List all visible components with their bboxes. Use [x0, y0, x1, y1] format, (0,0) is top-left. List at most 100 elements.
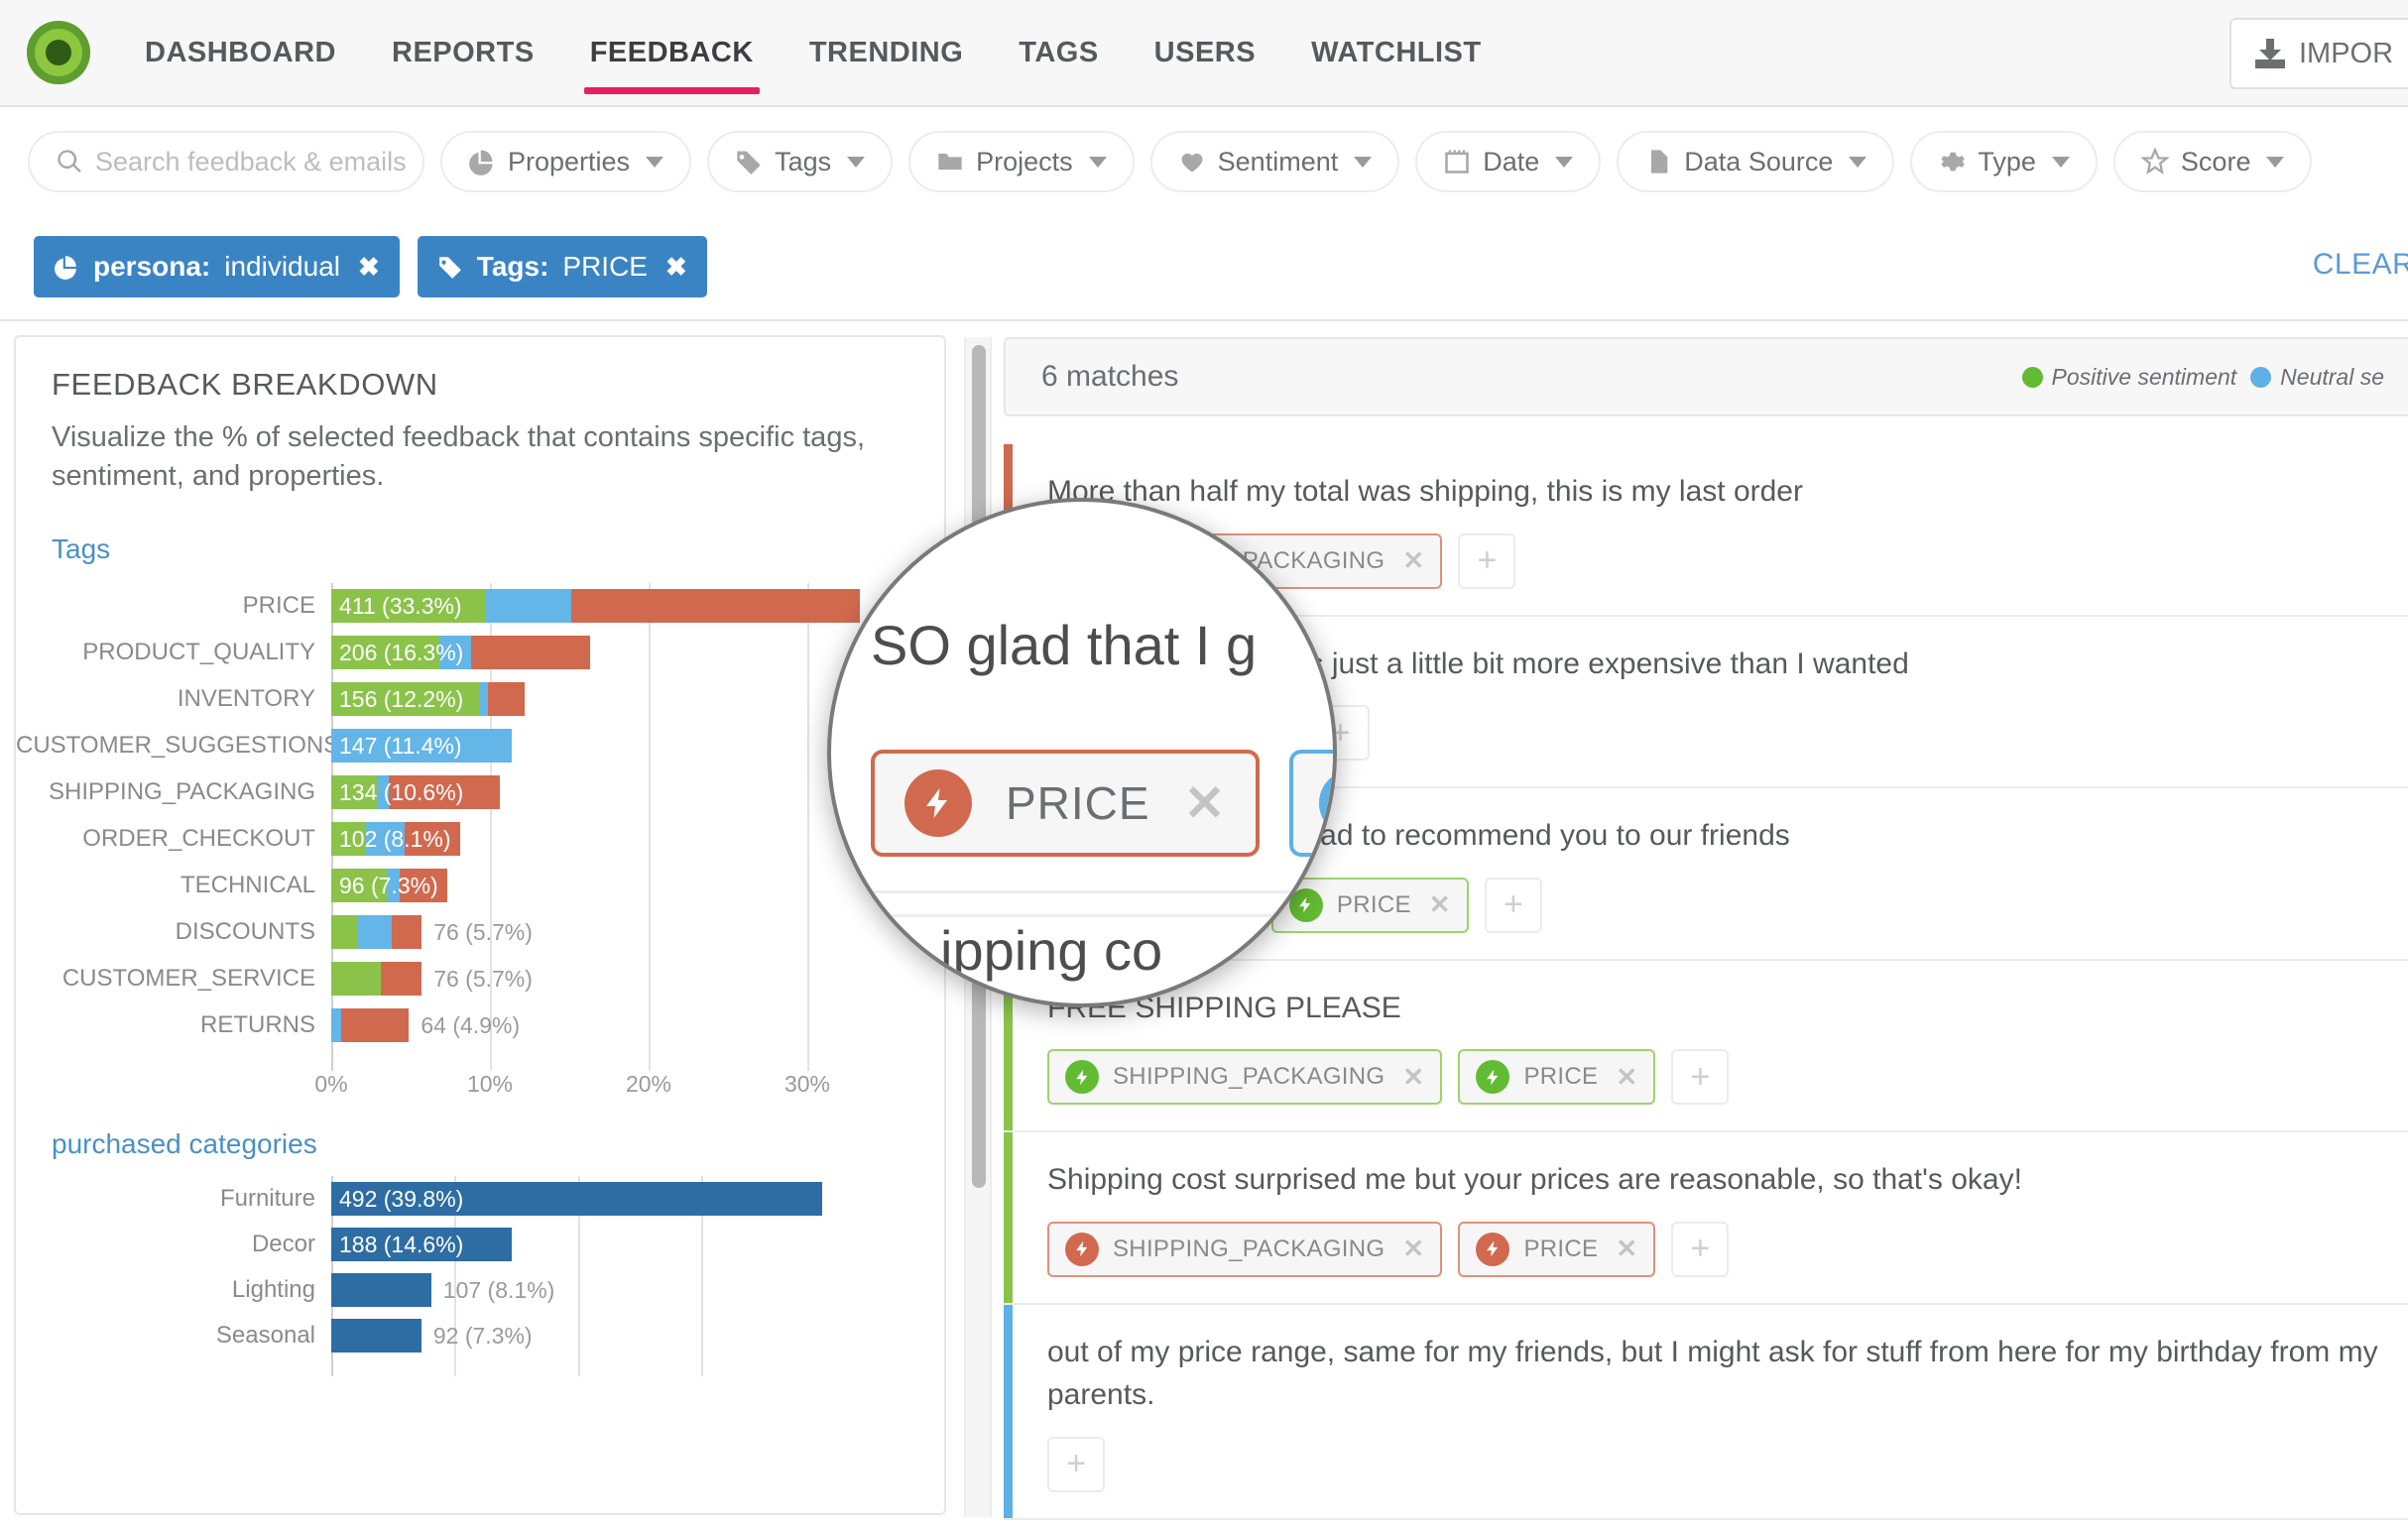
nav-item-feedback[interactable]: FEEDBACK [562, 0, 782, 106]
chart-bar-segment-neutral [331, 1008, 341, 1042]
nav-items: DASHBOARD REPORTS FEEDBACK TRENDING TAGS… [117, 0, 1509, 106]
filter-properties[interactable]: Properties [440, 131, 691, 192]
bolt-icon [1476, 1060, 1509, 1094]
filter-label: Sentiment [1218, 147, 1339, 177]
tag-icon [735, 148, 763, 176]
chart-row[interactable]: ORDER_CHECKOUT102 (8.1%) [16, 822, 944, 856]
chart-row[interactable]: SHIPPING_PACKAGING134 (10.6%) [16, 775, 944, 809]
chart-row[interactable]: RETURNS64 (4.9%) [16, 1008, 944, 1042]
chart-x-tick: 0% [314, 1071, 347, 1098]
feedback-tag-shipping_packaging[interactable]: SHIPPING_PACKAGING✕ [1047, 1049, 1442, 1105]
match-count-label: 6 matches [1041, 360, 1178, 394]
chart-row[interactable]: INVENTORY156 (12.2%) [16, 682, 944, 716]
tag-label: SHIPPING_PACKAGING [1113, 1235, 1385, 1263]
nav-item-dashboard[interactable]: DASHBOARD [117, 0, 364, 106]
filter-sentiment[interactable]: Sentiment [1150, 131, 1400, 192]
nav-item-reports[interactable]: REPORTS [364, 0, 562, 106]
chart-bar-segment-positive [331, 682, 479, 716]
feedback-list-item[interactable]: Shipping cost surprised me but your pric… [1004, 1132, 2408, 1305]
add-tag-button[interactable]: + [1458, 533, 1515, 589]
chart-row[interactable]: CUSTOMER_SUGGESTIONS147 (11.4%) [16, 729, 944, 763]
applied-chip-persona[interactable]: persona: individual ✖ [34, 236, 400, 297]
bolt-icon [1065, 1233, 1099, 1266]
import-button-label: IMPOR [2299, 38, 2393, 70]
chart-bar-segment [331, 1273, 431, 1307]
clear-all-button[interactable]: CLEAR A [2313, 248, 2408, 282]
section-label-tags[interactable]: Tags [52, 533, 944, 565]
heart-icon [1178, 148, 1206, 176]
close-icon[interactable]: ✕ [1429, 889, 1451, 920]
close-icon[interactable]: ✖ [358, 252, 380, 283]
nav-label: TRENDING [809, 37, 963, 69]
add-tag-button[interactable]: + [1671, 1049, 1729, 1105]
chart-bar [331, 636, 590, 669]
chart-row[interactable]: Decor188 (14.6%) [16, 1228, 944, 1261]
chart-bar-segment-neutral [485, 589, 570, 623]
chart-row-label: CUSTOMER_SERVICE [16, 965, 331, 993]
chart-x-tick: 10% [467, 1071, 513, 1098]
chart-row[interactable]: Seasonal92 (7.3%) [16, 1319, 944, 1353]
bolt-icon [904, 769, 972, 837]
magnified-tag-price[interactable]: PRICE ✕ [871, 750, 1260, 857]
magnified-tag-discounts[interactable]: ISCOU [1289, 750, 1337, 857]
chart-row[interactable]: Lighting107 (8.1%) [16, 1273, 944, 1307]
chart-bar-segment-neutral [377, 775, 388, 809]
feedback-breakdown-panel: FEEDBACK BREAKDOWN Visualize the % of se… [14, 335, 946, 1515]
close-icon[interactable]: ✕ [1616, 1062, 1637, 1093]
close-icon[interactable]: ✕ [1402, 545, 1424, 576]
filter-tags[interactable]: Tags [707, 131, 893, 192]
chart-bar [331, 1273, 431, 1307]
chart-row-label: SHIPPING_PACKAGING [16, 778, 331, 806]
nav-item-tags[interactable]: TAGS [991, 0, 1126, 106]
close-icon[interactable]: ✕ [1184, 774, 1226, 832]
calendar-icon [1443, 148, 1471, 176]
chart-row-label: ORDER_CHECKOUT [16, 825, 331, 853]
add-tag-button[interactable]: + [1485, 878, 1542, 933]
close-icon[interactable]: ✕ [1402, 1062, 1424, 1093]
search-input[interactable]: Search feedback & emails [28, 131, 424, 192]
chart-row[interactable]: DISCOUNTS76 (5.7%) [16, 915, 944, 949]
nav-label: WATCHLIST [1311, 37, 1482, 69]
feedback-tag-price[interactable]: PRICE✕ [1458, 1049, 1655, 1105]
chevron-down-icon [646, 157, 663, 168]
chart-bar [331, 915, 421, 949]
nav-item-trending[interactable]: TRENDING [782, 0, 991, 106]
filter-score[interactable]: Score [2113, 131, 2313, 192]
chart-bar-segment-negative [341, 1008, 410, 1042]
chart-bar-segment-neutral [357, 915, 392, 949]
close-icon[interactable]: ✕ [1616, 1234, 1637, 1264]
section-label-purchased-categories[interactable]: purchased categories [52, 1128, 944, 1160]
star-icon [2141, 148, 2169, 176]
feedback-tag-price[interactable]: PRICE✕ [1458, 1222, 1655, 1277]
chart-bar [331, 1182, 822, 1216]
chart-bar-segment-positive [331, 636, 439, 669]
chart-bar-segment-negative [571, 589, 860, 623]
add-tag-button[interactable]: + [1671, 1222, 1729, 1277]
filter-label: Type [1978, 147, 2036, 177]
filter-type[interactable]: Type [1910, 131, 2098, 192]
chart-row[interactable]: CUSTOMER_SERVICE76 (5.7%) [16, 962, 944, 996]
filter-date[interactable]: Date [1415, 131, 1601, 192]
chart-row[interactable]: Furniture492 (39.8%) [16, 1182, 944, 1216]
import-button[interactable]: IMPOR [2229, 18, 2408, 89]
filter-data-source[interactable]: Data Source [1617, 131, 1894, 192]
add-tag-button[interactable]: + [1047, 1437, 1105, 1492]
nav-item-users[interactable]: USERS [1127, 0, 1283, 106]
filter-projects[interactable]: Projects [908, 131, 1135, 192]
nav-item-watchlist[interactable]: WATCHLIST [1283, 0, 1509, 106]
chart-bar [331, 729, 512, 763]
app-logo[interactable] [0, 21, 117, 84]
feedback-tag-shipping_packaging[interactable]: SHIPPING_PACKAGING ✕ [1047, 1222, 1442, 1277]
magnified-feedback-text: SO glad that I g [871, 613, 1257, 677]
close-icon[interactable]: ✖ [665, 252, 687, 283]
applied-chip-tags[interactable]: Tags: PRICE ✖ [418, 236, 707, 297]
chevron-down-icon [1849, 157, 1866, 168]
close-icon[interactable]: ✕ [1402, 1234, 1424, 1264]
chart-bar-segment [331, 1182, 822, 1216]
nav-label: FEEDBACK [590, 37, 754, 69]
chart-row[interactable]: PRODUCT_QUALITY206 (16.3%) [16, 636, 944, 669]
chart-row[interactable]: PRICE411 (33.3%) [16, 589, 944, 623]
chart-row[interactable]: TECHNICAL96 (7.3%) [16, 869, 944, 902]
logo-core [46, 40, 71, 65]
feedback-list-item[interactable]: out of my price range, same for my frien… [1004, 1305, 2408, 1520]
